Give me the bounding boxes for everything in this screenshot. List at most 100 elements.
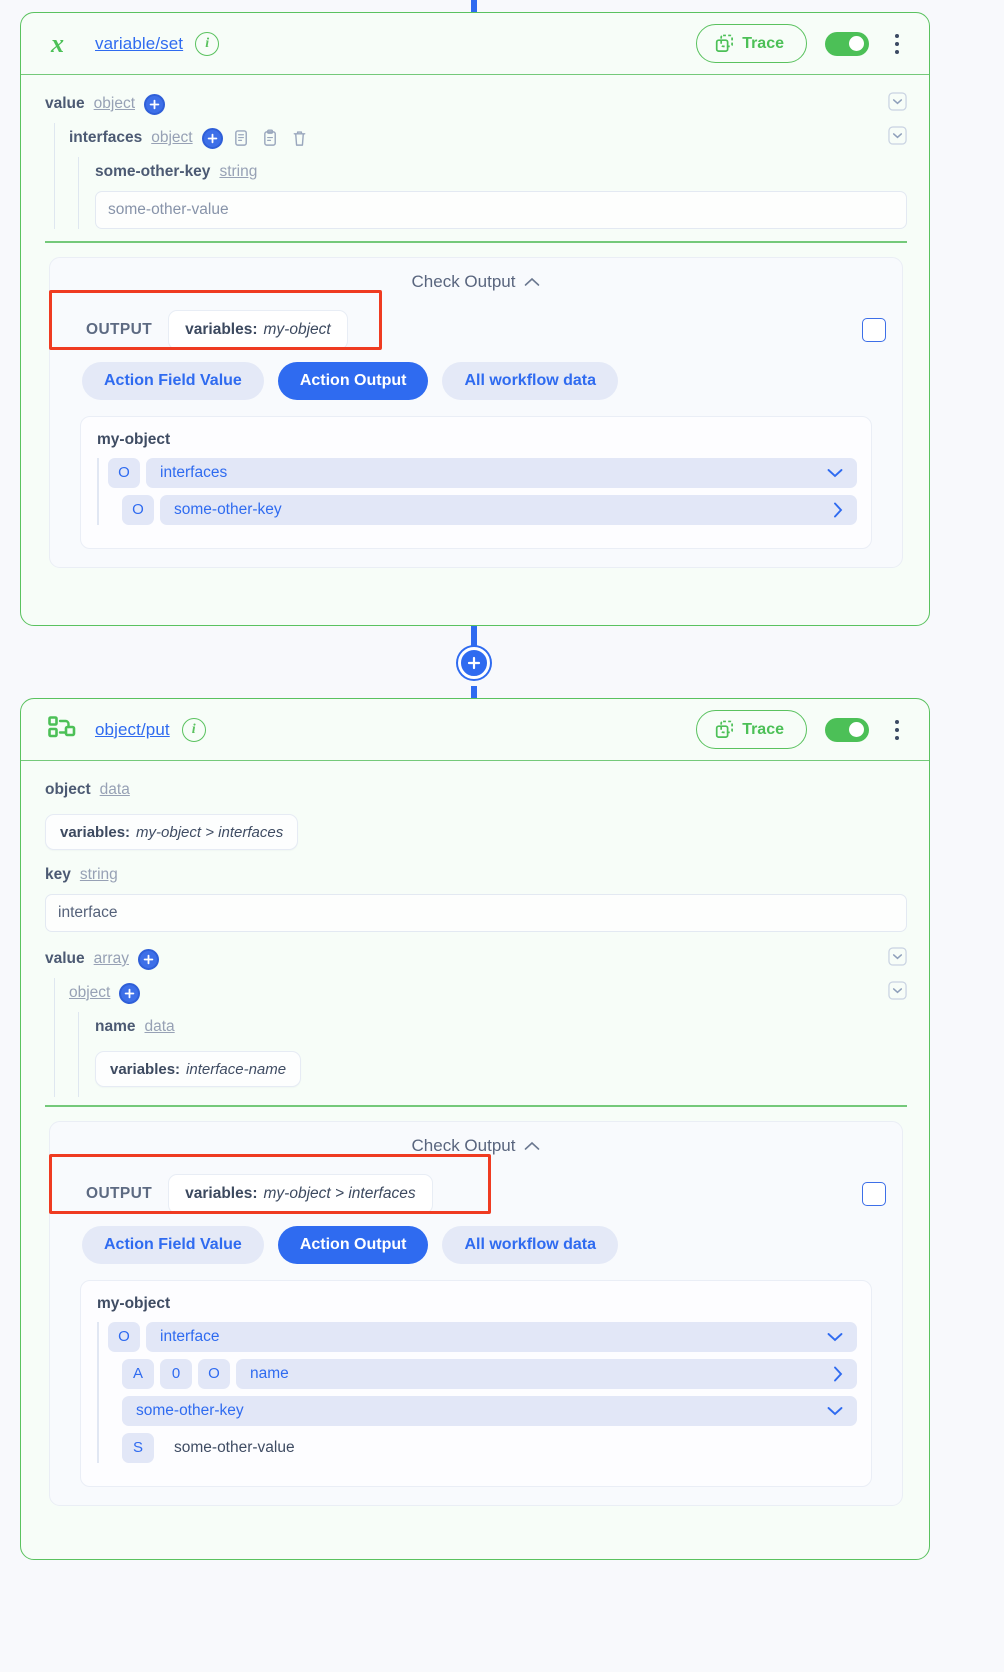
tree-row-pill[interactable]: interfaces: [146, 457, 857, 488]
enable-toggle[interactable]: [825, 31, 869, 56]
tab-all-workflow-data[interactable]: All workflow data: [442, 1225, 619, 1264]
tree-row[interactable]: O some-other-key: [122, 494, 857, 525]
check-output-header[interactable]: Check Output: [66, 1136, 886, 1156]
tree-row[interactable]: A 0 O name: [122, 1358, 857, 1389]
variable-x-icon: x: [45, 27, 79, 61]
tab-all-workflow-data[interactable]: All workflow data: [442, 361, 619, 400]
field-type[interactable]: data: [100, 781, 130, 799]
field-type[interactable]: object: [94, 95, 135, 113]
plus-icon: [207, 133, 217, 143]
tree-level: O interfaces O some-other-key: [97, 457, 857, 525]
output-variable-chip[interactable]: variables: my-object > interfaces: [168, 1173, 433, 1214]
collapse-value-icon[interactable]: [888, 92, 907, 116]
key-input[interactable]: interface: [45, 894, 907, 932]
output-label: OUTPUT: [86, 1184, 153, 1202]
type-badge: O: [108, 457, 140, 488]
output-checkbox[interactable]: [862, 317, 886, 342]
tab-action-field-value[interactable]: Action Field Value: [82, 361, 264, 400]
add-property-button[interactable]: [201, 127, 223, 149]
kebab-menu-icon[interactable]: [887, 716, 907, 744]
output-row: OUTPUT variables: my-object > interfaces: [49, 1153, 886, 1218]
chevron-right-icon[interactable]: [833, 502, 843, 518]
collapse-value-icon[interactable]: [888, 947, 907, 971]
object-variable-chip[interactable]: variables: my-object > interfaces: [45, 814, 299, 850]
trace-button[interactable]: Trace: [696, 24, 807, 63]
kebab-menu-icon[interactable]: [887, 30, 907, 58]
enable-toggle[interactable]: [825, 717, 869, 742]
copy-dashed-icon: [716, 720, 734, 738]
node-title-link[interactable]: variable/set: [95, 34, 183, 54]
tree-row-pill[interactable]: some-other-key: [122, 1395, 857, 1426]
tree-row[interactable]: some-other-key: [122, 1395, 857, 1426]
field-label: some-other-key: [95, 163, 211, 180]
tree-row-label: name: [250, 1364, 289, 1382]
collapse-interfaces-icon[interactable]: [888, 126, 907, 150]
type-badge: O: [122, 494, 154, 525]
copy-dashed-icon: [716, 34, 734, 52]
type-badge: O: [198, 1358, 230, 1389]
connector-line-lower: [471, 686, 477, 698]
tree-level: O interface A 0 O name some-other-key S …: [97, 1321, 857, 1463]
nested-group-key: some-other-key string some-other-value: [78, 157, 907, 229]
add-item-button[interactable]: [137, 948, 159, 970]
add-step-button[interactable]: [458, 647, 490, 679]
info-icon[interactable]: i: [181, 717, 206, 742]
field-type[interactable]: string: [80, 866, 118, 884]
output-checkbox[interactable]: [862, 1181, 886, 1206]
tree-row[interactable]: O interfaces: [108, 457, 857, 488]
action-card-variable-set[interactable]: x variable/set i Trace value object inte…: [20, 12, 930, 626]
nested-group-interfaces: interfaces object some-other-key string …: [54, 123, 907, 229]
info-icon[interactable]: i: [195, 31, 220, 56]
check-output-header[interactable]: Check Output: [66, 272, 886, 292]
tree-root-label: my-object: [97, 1294, 171, 1312]
tree-row-label: interface: [160, 1327, 220, 1345]
output-variable-chip[interactable]: variables: my-object: [168, 309, 348, 350]
trash-icon[interactable]: [290, 127, 310, 149]
output-row: OUTPUT variables: my-object: [49, 289, 886, 354]
trace-button[interactable]: Trace: [696, 710, 807, 749]
chevron-down-icon[interactable]: [827, 468, 843, 478]
field-label: interfaces: [69, 129, 143, 146]
type-badge: S: [122, 1432, 154, 1463]
field-object: object data: [45, 775, 907, 805]
tree-row-pill[interactable]: interface: [146, 1321, 857, 1352]
paste-icon[interactable]: [261, 127, 281, 149]
field-type[interactable]: object: [69, 984, 110, 1002]
tree-row-pill[interactable]: name: [236, 1358, 857, 1389]
tree-level: O some-other-key: [108, 494, 857, 525]
card-header: object/put i Trace: [21, 699, 929, 761]
tree-row-value: some-other-value: [174, 1438, 295, 1456]
trace-label: Trace: [742, 34, 784, 52]
name-variable-chip[interactable]: variables: interface-name: [95, 1051, 302, 1087]
collapse-object-icon[interactable]: [888, 981, 907, 1005]
copy-icon[interactable]: [232, 127, 252, 149]
field-type[interactable]: object: [151, 129, 192, 147]
chevron-up-icon: [525, 277, 540, 286]
field-type[interactable]: string: [219, 163, 257, 181]
node-title-link[interactable]: object/put: [95, 720, 170, 740]
tree-row-label: interfaces: [160, 463, 228, 481]
field-value: value object: [45, 89, 907, 119]
action-card-object-put[interactable]: object/put i Trace object data variables…: [20, 698, 930, 1560]
chip-value: my-object > interfaces: [136, 823, 284, 841]
chevron-right-icon[interactable]: [833, 1366, 843, 1382]
chevron-up-icon: [525, 1141, 540, 1150]
field-type[interactable]: array: [94, 950, 129, 968]
tree-row[interactable]: O interface: [108, 1321, 857, 1352]
index-badge: 0: [160, 1358, 192, 1389]
section-divider: [45, 1105, 907, 1107]
tab-action-output[interactable]: Action Output: [277, 361, 429, 400]
chevron-down-icon[interactable]: [827, 1406, 843, 1416]
tab-action-field-value[interactable]: Action Field Value: [82, 1225, 264, 1264]
field-type[interactable]: data: [145, 1018, 175, 1036]
add-property-button[interactable]: [119, 982, 141, 1004]
tab-action-output[interactable]: Action Output: [277, 1225, 429, 1264]
tree-row-pill[interactable]: some-other-key: [160, 494, 857, 525]
field-label: key: [45, 866, 71, 883]
add-property-button[interactable]: [144, 93, 166, 115]
some-other-value-input[interactable]: some-other-value: [95, 191, 907, 229]
card-header: x variable/set i Trace: [21, 13, 929, 75]
check-output-panel: Check Output OUTPUT variables: my-object …: [49, 256, 903, 568]
object-nodes-icon: [45, 713, 79, 747]
chevron-down-icon[interactable]: [827, 1332, 843, 1342]
